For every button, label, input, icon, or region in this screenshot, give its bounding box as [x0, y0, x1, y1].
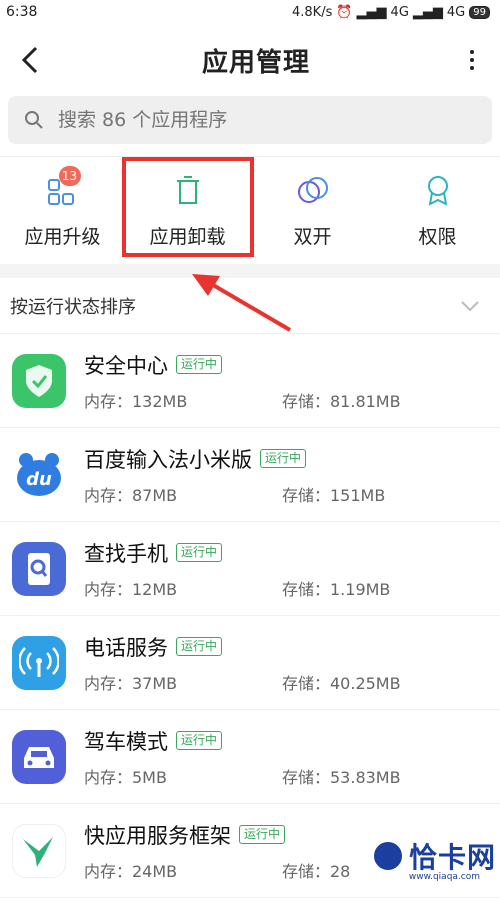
watermark-text: 恰卡网 [408, 841, 496, 874]
watermark-logo-icon [370, 839, 405, 873]
quick-action-dual[interactable]: 双开 [258, 172, 368, 249]
sort-label: 按运行状态排序 [10, 296, 136, 318]
watermark-logo: 恰卡网 [370, 836, 496, 876]
svg-text:du: du [26, 469, 52, 490]
storage-usage: 存储：28 [282, 861, 351, 881]
memory-usage: 内存：12MB [84, 579, 178, 599]
page-title: 应用管理 [201, 47, 310, 78]
list-item[interactable]: 安全中心 运行中 内存：132MB 存储：81.81MB [0, 334, 500, 428]
signal-icon-2: ▂▄▆ [412, 4, 443, 20]
app-name: 驾车模式 [84, 729, 168, 754]
network-speed: 4.8K/s [292, 4, 333, 20]
more-menu-button[interactable] [462, 50, 482, 70]
grid-icon: 13 [45, 166, 81, 208]
quick-actions: 13 应用升级 应用卸载 双开 权限 [0, 156, 500, 264]
update-count-badge: 13 [58, 166, 81, 186]
app-header: 应用管理 [0, 24, 500, 96]
app-list: 安全中心 运行中 内存：132MB 存储：81.81MB du 百度输入法小米版 运行… [0, 334, 500, 898]
signal-label-2: 4G [446, 4, 466, 20]
app-name: 百度输入法小米版 [84, 447, 252, 472]
status-badge: 运行中 [176, 355, 223, 374]
list-item[interactable]: 查找手机 运行中 内存：12MB 存储：1.19MB [0, 522, 500, 616]
memory-usage: 内存：24MB [84, 861, 178, 881]
list-item[interactable]: 驾车模式 运行中 内存：5MB 存储：53.83MB [0, 710, 500, 804]
status-badge: 运行中 [239, 825, 286, 844]
back-button[interactable] [20, 45, 50, 75]
storage-usage: 存储：1.19MB [282, 579, 391, 599]
baidu-input-icon: du [12, 447, 66, 502]
memory-usage: 内存：5MB [84, 767, 167, 787]
phone-service-icon [12, 635, 66, 690]
quick-action-label: 双开 [293, 226, 332, 248]
storage-usage: 存储：53.83MB [282, 767, 401, 787]
status-badge: 运行中 [176, 731, 223, 750]
hummingbird-icon [12, 823, 66, 878]
shield-icon [12, 353, 66, 408]
permission-ribbon-icon [420, 172, 456, 208]
signal-icon: ▂▄▆ [356, 4, 387, 20]
search-input[interactable] [58, 109, 438, 131]
memory-usage: 内存：132MB [84, 391, 188, 411]
storage-usage: 存储：151MB [282, 485, 386, 505]
quick-action-upgrade[interactable]: 13 应用升级 [8, 166, 118, 249]
search-bar[interactable] [8, 96, 492, 144]
memory-usage: 内存：87MB [84, 485, 178, 505]
status-badge: 运行中 [176, 543, 223, 562]
chevron-down-icon [461, 300, 479, 311]
list-item[interactable]: 电话服务 运行中 内存：37MB 存储：40.25MB [0, 616, 500, 710]
signal-label-1: 4G [390, 4, 409, 20]
status-indicators: 4.8K/s ⏰ ▂▄▆ 4G ▂▄▆ 4G 99 [292, 5, 490, 20]
quick-action-label: 权限 [418, 226, 457, 248]
chevron-left-icon [21, 46, 38, 74]
quick-action-permissions[interactable]: 权限 [383, 172, 493, 249]
quick-action-label: 应用升级 [24, 226, 101, 248]
status-bar: 6:38 4.8K/s ⏰ ▂▄▆ 4G ▂▄▆ 4G 99 [0, 0, 500, 24]
app-name: 安全中心 [84, 353, 168, 378]
status-time: 6:38 [6, 4, 38, 20]
memory-usage: 内存：37MB [84, 673, 178, 693]
battery-icon: 99 [469, 5, 490, 19]
car-icon [12, 729, 66, 784]
dual-app-icon [295, 172, 331, 208]
status-badge: 运行中 [260, 449, 307, 468]
annotation-highlight-box [122, 157, 254, 257]
find-phone-icon [12, 541, 66, 596]
annotation-arrow [192, 274, 292, 332]
watermark-url: www.qiaqa.com [408, 872, 480, 882]
app-name: 查找手机 [84, 541, 168, 566]
storage-usage: 存储：40.25MB [282, 673, 401, 693]
app-name: 快应用服务框架 [84, 823, 231, 848]
alarm-icon: ⏰ [336, 4, 353, 20]
storage-usage: 存储：81.81MB [282, 391, 401, 411]
search-icon [25, 111, 43, 129]
app-name: 电话服务 [84, 635, 168, 660]
status-badge: 运行中 [176, 637, 223, 656]
list-item[interactable]: du 百度输入法小米版 运行中 内存：87MB 存储：151MB [0, 428, 500, 522]
